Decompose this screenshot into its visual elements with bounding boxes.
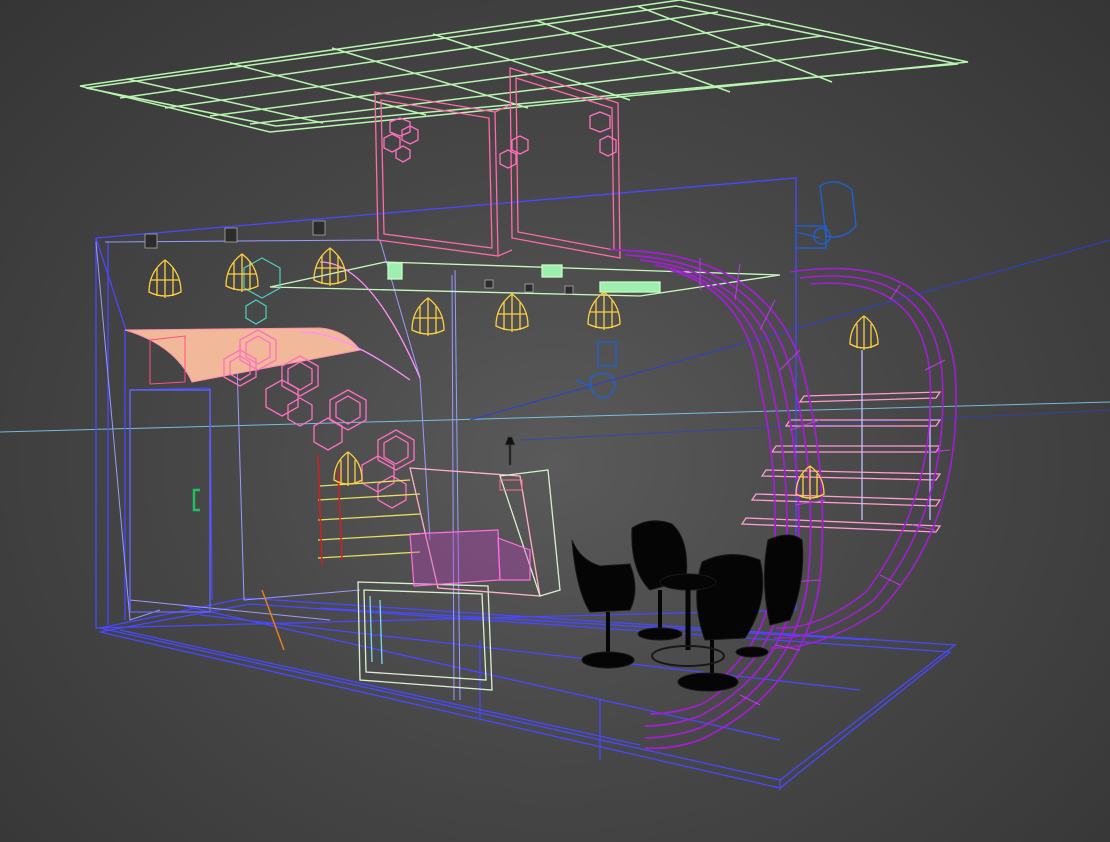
wireframe-scene[interactable] bbox=[0, 0, 1110, 842]
spotlights[interactable] bbox=[144, 220, 574, 295]
display-shelf[interactable] bbox=[317, 493, 421, 501]
shelf-stands bbox=[261, 454, 343, 651]
ceiling-grid[interactable] bbox=[79, 0, 969, 133]
pendant-lamp[interactable] bbox=[495, 293, 529, 332]
display-shelf[interactable] bbox=[317, 551, 421, 559]
pendant-lamp[interactable] bbox=[849, 315, 879, 350]
pendant-lamp[interactable] bbox=[411, 297, 445, 336]
camera-icon[interactable] bbox=[574, 341, 617, 399]
pendant-lamp[interactable] bbox=[225, 253, 259, 292]
booth-frame-inner bbox=[95, 239, 461, 701]
screen-hex-logos bbox=[383, 111, 617, 169]
horizon-line bbox=[0, 401, 1110, 433]
display-shelves[interactable] bbox=[317, 479, 421, 559]
spotlight[interactable] bbox=[564, 285, 574, 295]
wall-edge bbox=[319, 261, 421, 379]
camera-icon[interactable] bbox=[795, 181, 857, 249]
spotlight[interactable] bbox=[144, 233, 158, 249]
perspective-line bbox=[469, 239, 1110, 421]
pendant-lamp[interactable] bbox=[148, 259, 182, 298]
lounge-chair[interactable] bbox=[571, 539, 636, 669]
display-shelf[interactable] bbox=[317, 533, 421, 541]
door[interactable] bbox=[129, 389, 211, 613]
door-handle[interactable] bbox=[192, 488, 200, 512]
spotlight[interactable] bbox=[484, 279, 494, 289]
display-shelf[interactable] bbox=[317, 513, 421, 521]
lounge-furniture[interactable] bbox=[571, 520, 804, 692]
spotlight[interactable] bbox=[524, 283, 534, 293]
small-figure[interactable] bbox=[504, 436, 516, 466]
3d-viewport[interactable] bbox=[0, 0, 1110, 842]
wall-panel[interactable] bbox=[124, 327, 361, 383]
booth-frame[interactable] bbox=[95, 177, 957, 790]
display-screens[interactable] bbox=[374, 67, 621, 259]
pendant-lamp[interactable] bbox=[587, 291, 621, 330]
pink-sofa[interactable] bbox=[409, 529, 531, 587]
spotlight[interactable] bbox=[224, 227, 238, 243]
spotlight[interactable] bbox=[312, 220, 326, 236]
right-shelves[interactable] bbox=[740, 350, 942, 533]
